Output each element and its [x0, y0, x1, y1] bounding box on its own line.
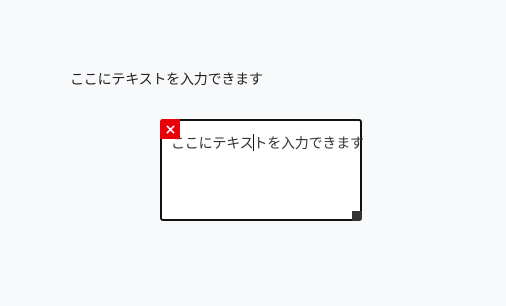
resize-handle-icon[interactable]: [352, 211, 362, 221]
static-text-label: ここにテキストを入力できます: [70, 72, 263, 88]
close-icon: [166, 125, 174, 133]
text-box-content[interactable]: ここにテキストを入力できます: [171, 134, 364, 153]
text-after-caret: トを入力できます: [253, 136, 364, 152]
text-before-caret: ここにテキス: [171, 136, 254, 152]
close-button[interactable]: [160, 119, 180, 139]
editable-text-box[interactable]: ここにテキストを入力できます: [160, 119, 364, 221]
